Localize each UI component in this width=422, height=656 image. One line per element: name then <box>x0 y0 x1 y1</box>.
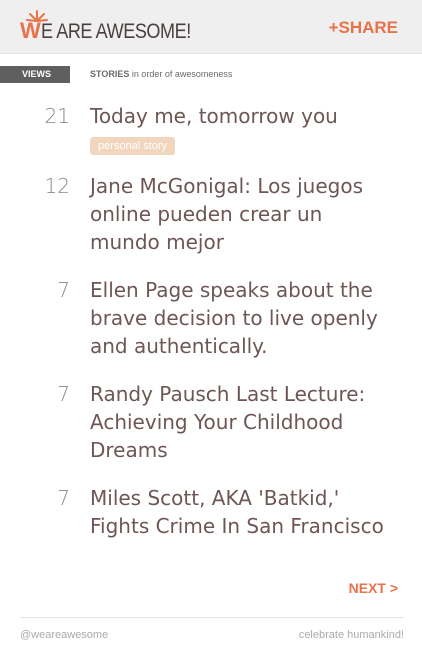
views-column-label: VIEWS <box>0 66 70 83</box>
footer-divider <box>20 617 404 618</box>
footer-tagline: celebrate humankind! <box>298 629 404 641</box>
logo-text: E ARE AWESOME! <box>41 20 191 43</box>
story-view-count: 21 <box>44 104 70 128</box>
stories-label-rest: in order of awesomeness <box>129 69 233 79</box>
story-view-count: 12 <box>44 174 70 198</box>
column-header: VIEWS STORIES in order of awesomeness <box>0 66 422 84</box>
stories-label-bold: STORIES <box>90 69 130 79</box>
story-title-link[interactable]: Randy Pausch Last Lecture: Achieving You… <box>90 380 390 464</box>
next-page-button[interactable]: NEXT > <box>349 580 398 596</box>
share-button[interactable]: +SHARE <box>329 18 398 38</box>
story-title-link[interactable]: Jane McGonigal: Los juegos online pueden… <box>90 172 390 256</box>
stories-column-label: STORIES in order of awesomeness <box>90 69 232 79</box>
story-title-link[interactable]: Miles Scott, AKA 'Batkid,' Fights Crime … <box>90 484 390 540</box>
top-bar: W E ARE AWESOME! +SHARE <box>0 0 422 54</box>
story-view-count: 7 <box>57 382 70 406</box>
logo-letter-w: W <box>20 18 41 43</box>
story-title-link[interactable]: Today me, tomorrow you <box>90 102 390 130</box>
story-title-link[interactable]: Ellen Page speaks about the brave decisi… <box>90 276 390 360</box>
story-view-count: 7 <box>57 278 70 302</box>
story-view-count: 7 <box>57 486 70 510</box>
footer-handle[interactable]: @weareawesome <box>20 629 108 641</box>
story-tag[interactable]: personal story <box>90 137 176 155</box>
